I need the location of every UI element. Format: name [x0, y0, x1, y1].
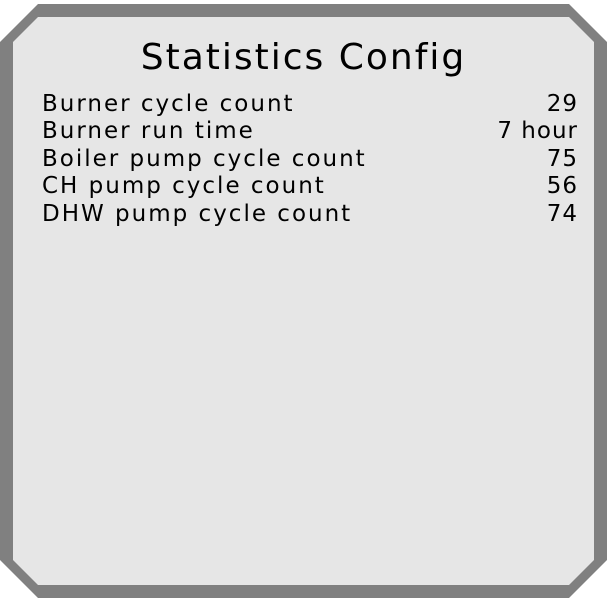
page-title: Statistics Config	[140, 37, 467, 78]
stat-label: CH pump cycle count	[42, 173, 326, 200]
stat-label: Burner run time	[42, 118, 255, 145]
stat-value: 29	[546, 90, 578, 117]
stat-value: 75	[546, 145, 578, 172]
stat-row-boiler-pump-cycle-count[interactable]: Boiler pump cycle count 75	[42, 145, 578, 173]
stat-label: Boiler pump cycle count	[42, 145, 367, 172]
stat-value: 74	[546, 200, 578, 227]
stat-value: 7 hour	[497, 118, 578, 145]
statistics-list: Burner cycle count 29 Burner run time 7 …	[42, 90, 578, 228]
stat-value: 56	[546, 173, 578, 200]
stat-label: Burner cycle count	[42, 90, 295, 117]
stat-row-dhw-pump-cycle-count[interactable]: DHW pump cycle count 74	[42, 200, 578, 228]
stat-row-burner-run-time[interactable]: Burner run time 7 hour	[42, 118, 578, 146]
stat-label: DHW pump cycle count	[42, 200, 353, 227]
stat-row-burner-cycle-count[interactable]: Burner cycle count 29	[42, 90, 578, 118]
stat-row-ch-pump-cycle-count[interactable]: CH pump cycle count 56	[42, 173, 578, 201]
